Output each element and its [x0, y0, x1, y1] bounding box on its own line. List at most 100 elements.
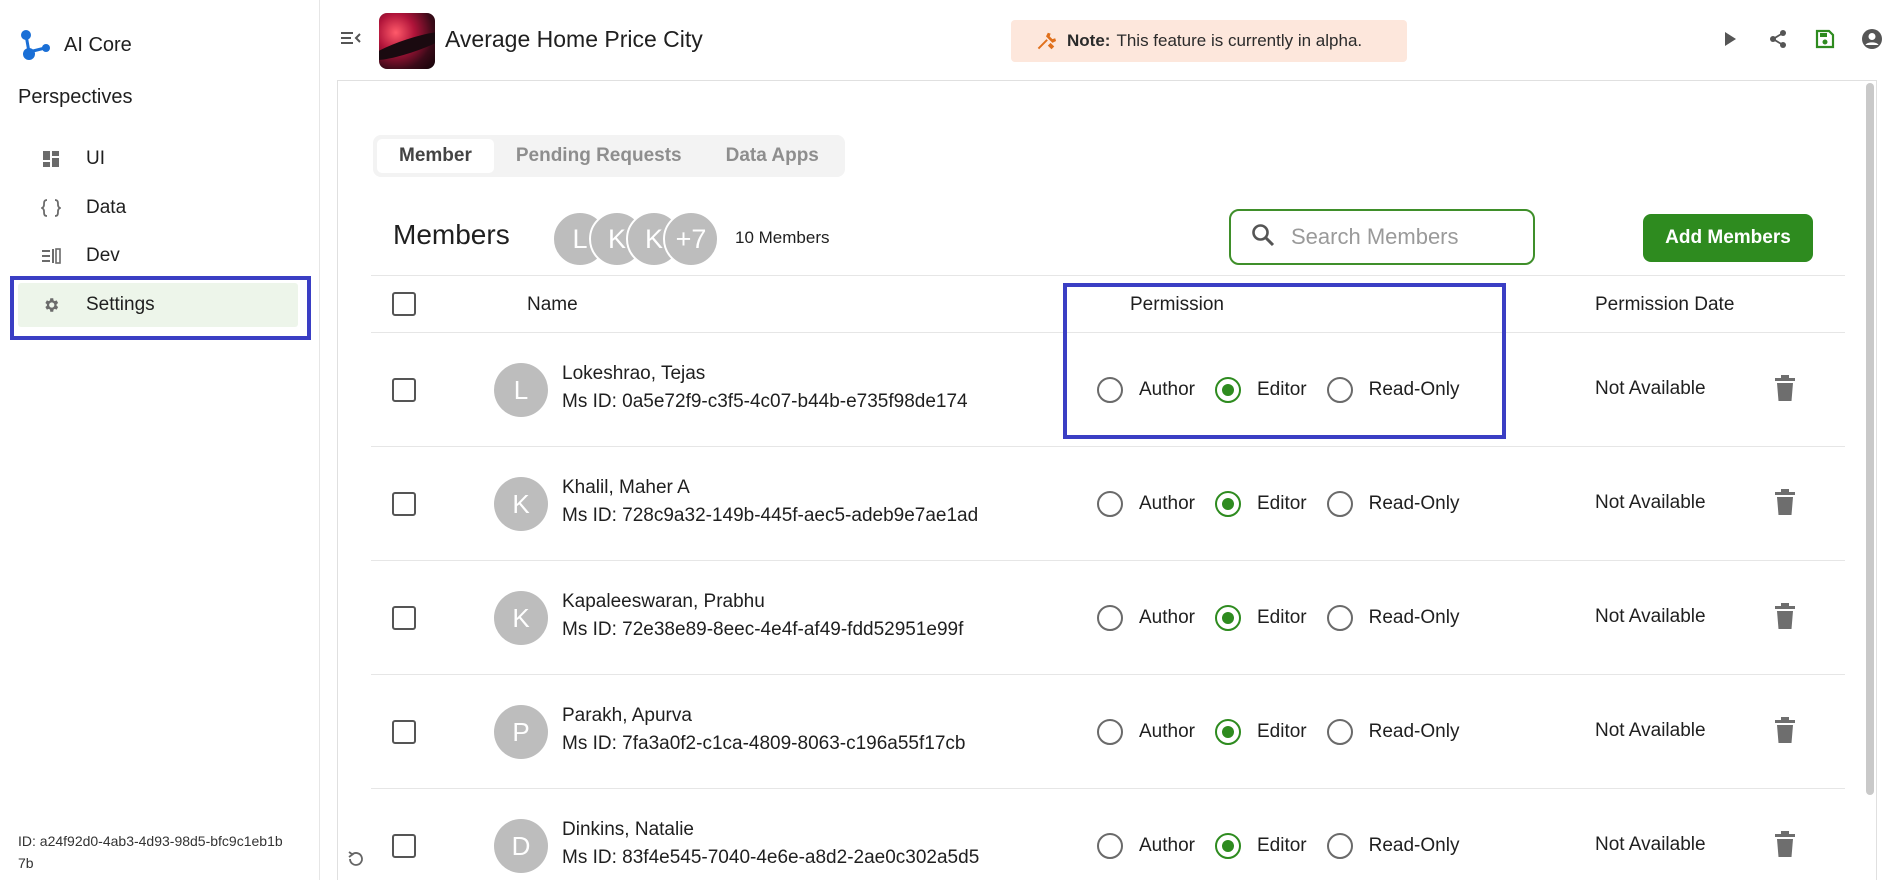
delete-member-button[interactable]: [1775, 603, 1795, 634]
delete-member-button[interactable]: [1775, 375, 1795, 406]
search-members-box[interactable]: [1229, 209, 1535, 265]
add-members-button[interactable]: Add Members: [1643, 214, 1813, 262]
account-circle-icon: [1861, 28, 1883, 55]
radio-dot: [1097, 491, 1123, 517]
radio-dot: [1326, 377, 1353, 403]
brand-name: AI Core: [64, 33, 132, 56]
permission-radio-group: Author Editor Read-Only: [1097, 605, 1479, 631]
radio-label: Read-Only: [1368, 379, 1460, 400]
project-id-text: ID: a24f92d0-4ab3-4d93-98d5-bfc9c1eb1b7b: [18, 833, 283, 871]
vertical-scrollbar[interactable]: [1866, 83, 1874, 795]
play-icon: [1723, 31, 1737, 52]
radio-label: Author: [1139, 607, 1195, 628]
collapse-menu-icon[interactable]: [341, 30, 361, 51]
delete-member-button[interactable]: [1775, 489, 1795, 520]
share-button[interactable]: [1765, 28, 1791, 54]
permission-radio-group: Author Editor Read-Only: [1097, 833, 1479, 859]
sidebar-item-ui[interactable]: UI: [18, 137, 298, 181]
delete-member-button[interactable]: [1775, 831, 1795, 862]
permission-editor-radio[interactable]: Editor: [1214, 605, 1307, 631]
sidebar-item-label: Data: [86, 197, 127, 218]
radio-dot: [1097, 605, 1123, 631]
member-name: Kapaleeswaran, Prabhu: [562, 591, 765, 612]
sidebar: AI Core Perspectives UI Data Dev Setting…: [0, 0, 320, 880]
delete-member-button[interactable]: [1775, 717, 1795, 748]
save-icon: [1815, 29, 1835, 54]
sidebar-item-settings[interactable]: Settings: [18, 283, 298, 327]
radio-dot: [1326, 491, 1353, 517]
tab-bar: Member Pending Requests Data Apps: [373, 135, 845, 177]
app-title: Average Home Price City: [445, 26, 703, 52]
tab-member[interactable]: Member: [377, 139, 494, 173]
sidebar-item-dev[interactable]: Dev: [18, 234, 298, 278]
code-list-icon: [40, 248, 62, 264]
table-row: L Lokeshrao, Tejas Ms ID: 0a5e72f9-c3f5-…: [371, 333, 1845, 447]
permission-author-radio[interactable]: Author: [1097, 719, 1195, 745]
note-label: Note:: [1067, 31, 1111, 50]
row-checkbox[interactable]: [392, 834, 416, 858]
play-button[interactable]: [1717, 28, 1743, 54]
permission-date: Not Available: [1595, 720, 1706, 741]
radio-dot: [1326, 833, 1353, 859]
radio-dot: [1214, 377, 1241, 403]
radio-label: Editor: [1256, 493, 1307, 514]
search-input[interactable]: [1291, 224, 1521, 250]
permission-date: Not Available: [1595, 378, 1706, 399]
row-checkbox[interactable]: [392, 720, 416, 744]
permission-author-radio[interactable]: Author: [1097, 377, 1195, 403]
members-heading: Members: [393, 219, 510, 250]
row-checkbox[interactable]: [392, 606, 416, 630]
permission-author-radio[interactable]: Author: [1097, 605, 1195, 631]
permission-readonly-radio[interactable]: Read-Only: [1326, 491, 1459, 517]
radio-label: Author: [1139, 835, 1195, 856]
member-id: Ms ID: 72e38e89-8eec-4e4f-af49-fdd52951e…: [562, 619, 964, 640]
permission-editor-radio[interactable]: Editor: [1214, 491, 1307, 517]
permission-date: Not Available: [1595, 606, 1706, 627]
account-button[interactable]: [1859, 28, 1885, 54]
app-thumbnail: [379, 13, 435, 69]
avatar: D: [494, 819, 548, 873]
avatar: P: [494, 705, 548, 759]
select-all-checkbox[interactable]: [392, 292, 416, 316]
permission-editor-radio[interactable]: Editor: [1214, 377, 1307, 403]
radio-label: Editor: [1256, 379, 1307, 400]
permission-author-radio[interactable]: Author: [1097, 491, 1195, 517]
permission-radio-group: Author Editor Read-Only: [1097, 377, 1479, 403]
permission-editor-radio[interactable]: Editor: [1214, 719, 1307, 745]
radio-label: Author: [1139, 379, 1195, 400]
tab-pending-requests[interactable]: Pending Requests: [494, 139, 704, 173]
permission-radio-group: Author Editor Read-Only: [1097, 491, 1479, 517]
permission-readonly-radio[interactable]: Read-Only: [1326, 377, 1460, 403]
sidebar-item-label: UI: [86, 148, 105, 169]
member-id: Ms ID: 728c9a32-149b-445f-aec5-adeb9e7ae…: [562, 505, 979, 526]
radio-label: Editor: [1256, 607, 1307, 628]
permission-readonly-radio[interactable]: Read-Only: [1326, 605, 1459, 631]
brand[interactable]: AI Core: [18, 28, 132, 62]
member-id: Ms ID: 83f4e545-7040-4e6e-a8d2-2ae0c302a…: [562, 847, 980, 868]
radio-label: Editor: [1256, 835, 1307, 856]
radio-label: Editor: [1256, 721, 1307, 742]
sidebar-item-data[interactable]: Data: [18, 186, 298, 230]
radio-dot: [1214, 491, 1241, 517]
permission-readonly-radio[interactable]: Read-Only: [1326, 833, 1459, 859]
row-checkbox[interactable]: [392, 378, 416, 402]
avatar-overflow: +7: [663, 211, 719, 267]
table-header: Name Permission Permission Date: [371, 275, 1845, 333]
radio-dot: [1097, 377, 1123, 403]
row-checkbox[interactable]: [392, 492, 416, 516]
permission-editor-radio[interactable]: Editor: [1214, 833, 1307, 859]
save-button[interactable]: [1812, 28, 1838, 54]
gear-icon: [40, 296, 62, 314]
trash-icon: [1775, 375, 1795, 405]
member-name: Dinkins, Natalie: [562, 819, 694, 840]
refresh-icon[interactable]: [347, 850, 365, 873]
top-bar: Average Home Price City Note: This featu…: [321, 0, 1894, 80]
column-header-name: Name: [527, 294, 578, 315]
note-text: This feature is currently in alpha.: [1116, 31, 1363, 50]
permission-readonly-radio[interactable]: Read-Only: [1326, 719, 1459, 745]
trash-icon: [1775, 831, 1795, 861]
dashboard-icon: [40, 150, 62, 168]
tab-data-apps[interactable]: Data Apps: [704, 139, 841, 173]
permission-author-radio[interactable]: Author: [1097, 833, 1195, 859]
member-id: Ms ID: 0a5e72f9-c3f5-4c07-b44b-e735f98de…: [562, 391, 968, 412]
